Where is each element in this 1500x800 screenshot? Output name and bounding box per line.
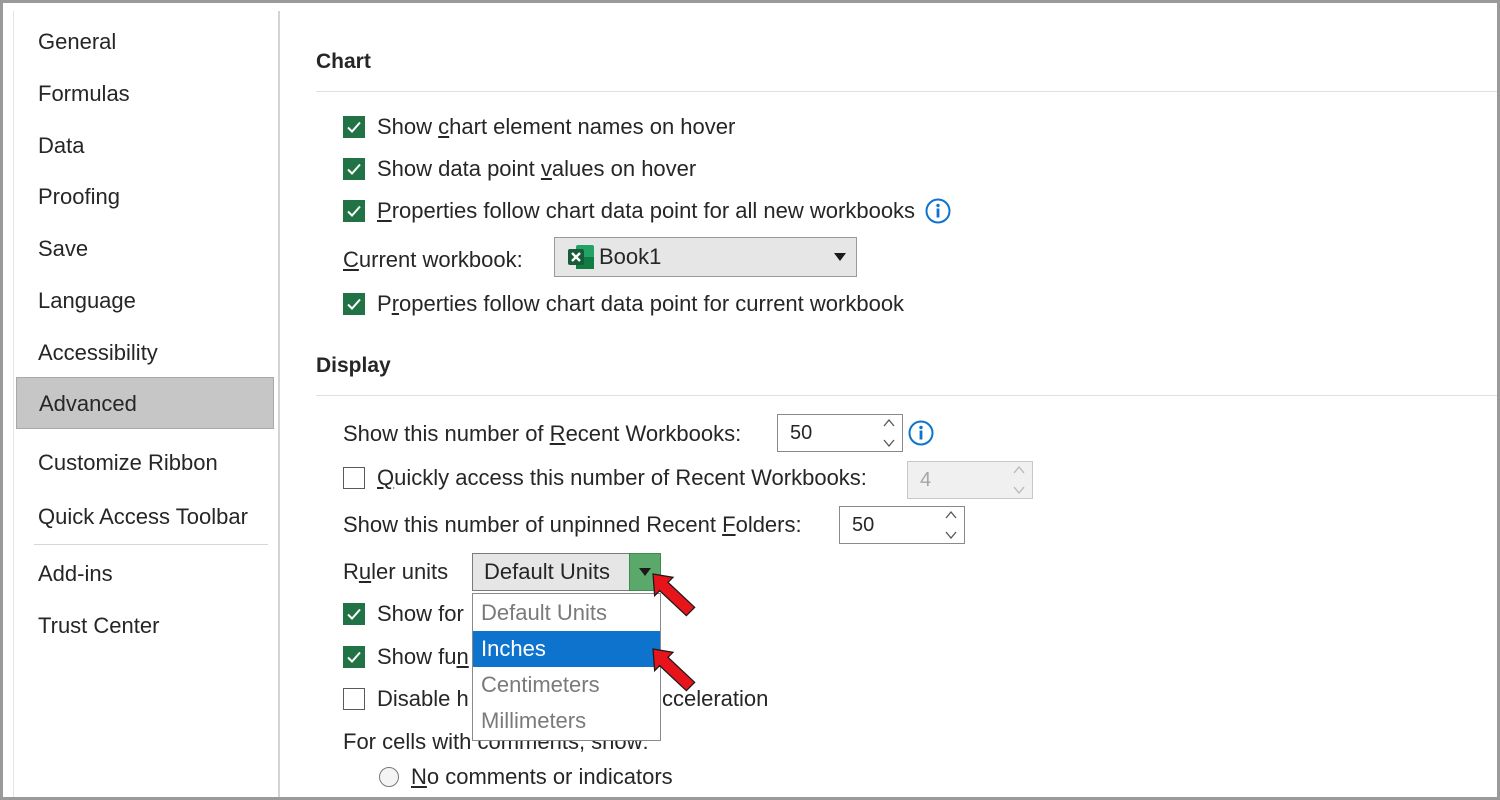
checkmark-icon	[347, 163, 361, 175]
ruler-units-options-list: Default Units Inches Centimeters Millime…	[472, 593, 661, 741]
properties-follow-current-label: Properties follow chart data point for c…	[377, 291, 905, 316]
no-comments-option[interactable]: No comments or indicators	[379, 760, 673, 794]
info-icon[interactable]	[925, 198, 951, 224]
sidebar-item-data[interactable]: Data	[16, 120, 274, 172]
properties-follow-current-checkbox[interactable]	[343, 293, 365, 315]
sidebar-item-general[interactable]: General	[16, 16, 274, 68]
show-formula-bar-label: Show for	[377, 601, 464, 626]
recent-folders-spinner[interactable]: 50	[839, 506, 965, 544]
checkmark-icon	[347, 205, 361, 217]
checkmark-icon	[347, 121, 361, 133]
show-formula-bar-checkbox[interactable]	[343, 603, 365, 625]
ruler-option-inches[interactable]: Inches	[473, 631, 660, 667]
chevron-down-icon	[834, 253, 846, 261]
recent-folders-label: Show this number of unpinned Recent Fold…	[343, 512, 802, 537]
properties-follow-all-checkbox[interactable]	[343, 200, 365, 222]
chevron-up-icon[interactable]	[883, 418, 895, 428]
spinner-arrows	[1012, 465, 1026, 495]
sidebar-divider	[34, 544, 268, 545]
current-workbook-dropdown[interactable]: Book1	[554, 237, 857, 277]
chevron-down-icon[interactable]	[883, 438, 895, 448]
show-function-tooltips-label: Show fun	[377, 644, 469, 669]
sidebar-item-trust-center[interactable]: Trust Center	[16, 600, 274, 652]
chevron-down-icon	[1013, 486, 1025, 495]
quick-access-recent-value: 4	[920, 468, 932, 491]
show-function-tooltips-checkbox[interactable]	[343, 646, 365, 668]
ruler-option-centimeters[interactable]: Centimeters	[473, 667, 660, 703]
quick-access-recent-checkbox[interactable]	[343, 467, 365, 489]
show-formula-bar-option[interactable]: Show for	[343, 597, 464, 631]
sidebar-item-proofing[interactable]: Proofing	[16, 171, 274, 223]
sidebar-item-quick-access-toolbar[interactable]: Quick Access Toolbar	[16, 491, 274, 543]
recent-workbooks-value: 50	[790, 421, 813, 444]
info-icon[interactable]	[908, 420, 934, 446]
recent-workbooks-label: Show this number of Recent Workbooks:	[343, 421, 742, 446]
annotation-arrow-icon	[652, 573, 696, 617]
display-section-divider	[316, 395, 1497, 396]
excel-options-window: General Formulas Data Proofing Save Lang…	[0, 0, 1500, 800]
sidebar-item-save[interactable]: Save	[16, 223, 274, 275]
disable-hardware-acceleration-option[interactable]: Disable h	[343, 682, 469, 716]
quick-access-recent-spinner: 4	[907, 461, 1033, 499]
quick-access-recent-option[interactable]: Quickly access this number of Recent Wor…	[343, 461, 867, 495]
recent-folders-value: 50	[852, 513, 875, 536]
no-comments-label: No comments or indicators	[411, 764, 673, 789]
annotation-arrow-icon	[652, 648, 696, 692]
excel-workbook-icon	[568, 245, 594, 269]
show-chart-element-names-option[interactable]: Show chart element names on hover	[343, 110, 735, 144]
chart-section-title: Chart	[316, 50, 371, 73]
checkmark-icon	[347, 608, 361, 620]
sidebar-item-customize-ribbon[interactable]: Customize Ribbon	[16, 437, 274, 489]
show-chart-element-names-label: Show chart element names on hover	[377, 114, 736, 139]
ruler-units-value: Default Units	[484, 559, 610, 584]
options-sidebar: General Formulas Data Proofing Save Lang…	[13, 11, 280, 797]
no-comments-radio[interactable]	[379, 767, 399, 787]
properties-follow-all-label: Properties follow chart data point for a…	[377, 198, 916, 223]
chevron-up-icon	[1013, 465, 1025, 474]
ruler-option-millimeters[interactable]: Millimeters	[473, 703, 660, 739]
ruler-units-dropdown[interactable]: Default Units	[472, 553, 661, 591]
checkmark-icon	[347, 298, 361, 310]
sidebar-item-accessibility[interactable]: Accessibility	[16, 327, 274, 379]
chart-section-divider	[316, 91, 1497, 92]
sidebar-item-formulas[interactable]: Formulas	[16, 68, 274, 120]
sidebar-item-language[interactable]: Language	[16, 275, 274, 327]
show-data-point-values-checkbox[interactable]	[343, 158, 365, 180]
disable-hardware-acceleration-checkbox[interactable]	[343, 688, 365, 710]
show-function-tooltips-option[interactable]: Show fun	[343, 640, 469, 674]
ruler-option-default-units[interactable]: Default Units	[473, 595, 660, 631]
spinner-arrows[interactable]	[944, 510, 958, 540]
disable-hardware-acceleration-label: Disable h	[377, 686, 469, 711]
recent-workbooks-spinner[interactable]: 50	[777, 414, 903, 452]
sidebar-item-advanced[interactable]: Advanced	[16, 377, 274, 429]
sidebar-item-add-ins[interactable]: Add-ins	[16, 548, 274, 600]
show-chart-element-names-checkbox[interactable]	[343, 116, 365, 138]
chevron-down-icon[interactable]	[945, 530, 957, 540]
display-section-title: Display	[316, 354, 391, 377]
show-data-point-values-option[interactable]: Show data point values on hover	[343, 152, 696, 186]
current-workbook-label: Current workbook:	[343, 247, 523, 272]
ruler-units-label: Ruler units	[343, 559, 449, 584]
spinner-arrows[interactable]	[882, 418, 896, 448]
properties-follow-current-option[interactable]: Properties follow chart data point for c…	[343, 287, 904, 321]
chevron-up-icon[interactable]	[945, 510, 957, 520]
quick-access-recent-label: Quickly access this number of Recent Wor…	[377, 465, 867, 490]
show-data-point-values-label: Show data point values on hover	[377, 156, 697, 181]
properties-follow-all-option[interactable]: Properties follow chart data point for a…	[343, 194, 951, 228]
checkmark-icon	[347, 651, 361, 663]
current-workbook-value: Book1	[599, 244, 662, 269]
